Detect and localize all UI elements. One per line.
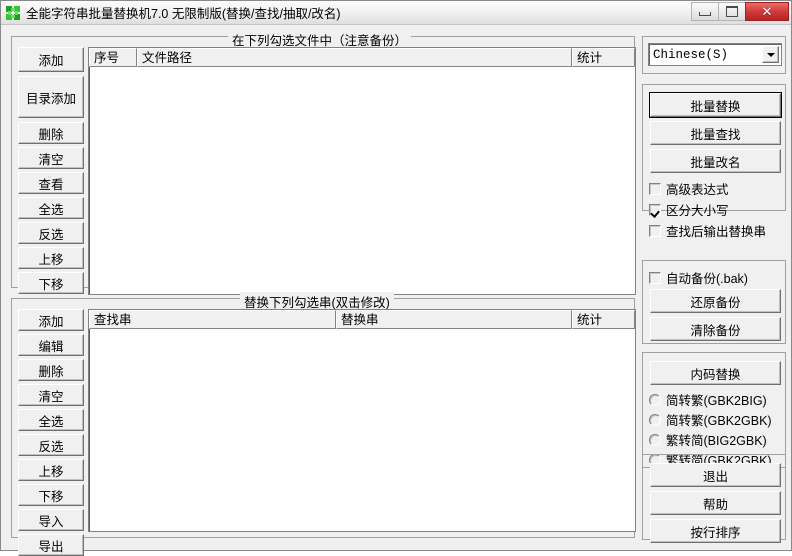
files-add-button[interactable]: 添加 — [18, 47, 84, 72]
checkbox-icon — [649, 224, 661, 237]
radio-big2gbk[interactable]: 繁转简(BIG2GBK) — [649, 430, 767, 449]
output-replace-string-checkbox[interactable]: 查找后输出替换串 — [649, 221, 766, 240]
files-column-index[interactable]: 序号 — [89, 48, 137, 67]
clear-backup-button[interactable]: 清除备份 — [650, 317, 781, 341]
strings-select-all-button[interactable]: 全选 — [18, 409, 84, 431]
case-sensitive-label: 区分大小写 — [666, 204, 729, 218]
batch-replace-button[interactable]: 批量替换 — [649, 92, 782, 118]
strings-edit-button[interactable]: 编辑 — [18, 334, 84, 356]
checkbox-icon — [649, 182, 661, 195]
bottom-actions-group: 退出 帮助 按行排序 — [642, 454, 786, 543]
strings-clear-button[interactable]: 清空 — [18, 384, 84, 406]
strings-listview-body[interactable] — [90, 330, 634, 530]
files-select-all-button[interactable]: 全选 — [18, 197, 84, 219]
strings-listview-header: 查找串 替换串 统计 — [89, 310, 635, 329]
advanced-regex-checkbox[interactable]: 高级表达式 — [649, 179, 729, 198]
files-group: 在下列勾选文件中（注意备份） 添加 目录添加 删除 清空 查看 全选 反选 上移… — [11, 30, 636, 295]
language-combobox-value: Chinese(S) — [653, 47, 729, 62]
encoding-replace-button[interactable]: 内码替换 — [650, 361, 781, 385]
minimize-button[interactable] — [691, 2, 719, 21]
files-listview-header: 序号 文件路径 统计 — [89, 48, 635, 67]
auto-backup-checkbox[interactable]: 自动备份(.bak) — [649, 268, 748, 287]
files-move-down-button[interactable]: 下移 — [18, 272, 84, 294]
strings-column-find[interactable]: 查找串 — [89, 310, 336, 329]
radio-big2gbk-label: 繁转简(BIG2GBK) — [666, 434, 767, 448]
client-area: 在下列勾选文件中（注意备份） 添加 目录添加 删除 清空 查看 全选 反选 上移… — [2, 26, 790, 556]
encoding-group: 内码替换 简转繁(GBK2BIG) 简转繁(GBK2GBK) 繁转简(BIG2G… — [642, 352, 786, 468]
minimize-icon — [699, 11, 711, 16]
strings-invert-button[interactable]: 反选 — [18, 434, 84, 456]
radio-icon — [649, 433, 661, 446]
strings-move-up-button[interactable]: 上移 — [18, 459, 84, 481]
main-window: 全能字符串批量替换机7.0 无限制版(替换/查找/抽取/改名) ✕ 在下列勾选文… — [0, 0, 792, 556]
output-replace-string-label: 查找后输出替换串 — [666, 225, 767, 239]
help-button[interactable]: 帮助 — [650, 491, 781, 515]
strings-listview[interactable]: 查找串 替换串 统计 — [88, 309, 636, 532]
batch-rename-button[interactable]: 批量改名 — [650, 149, 781, 173]
app-puzzle-icon — [5, 5, 21, 21]
close-icon: ✕ — [761, 4, 773, 19]
case-sensitive-checkbox[interactable]: 区分大小写 — [649, 200, 729, 219]
actions-group: 批量替换 批量查找 批量改名 高级表达式 区分大小写 查找后输出替换串 — [642, 84, 786, 239]
window-controls: ✕ — [691, 2, 789, 21]
strings-column-count[interactable]: 统计 — [572, 310, 635, 329]
strings-move-down-button[interactable]: 下移 — [18, 484, 84, 506]
files-invert-button[interactable]: 反选 — [18, 222, 84, 244]
strings-column-replace[interactable]: 替换串 — [336, 310, 572, 329]
strings-add-button[interactable]: 添加 — [18, 309, 84, 331]
language-combobox[interactable]: Chinese(S) — [648, 43, 782, 66]
exit-button[interactable]: 退出 — [650, 463, 781, 487]
radio-icon — [649, 393, 661, 406]
files-listview-body[interactable] — [90, 68, 634, 293]
close-button[interactable]: ✕ — [745, 2, 789, 21]
files-view-button[interactable]: 查看 — [18, 172, 84, 194]
radio-gbk2gbk-simp-to-trad[interactable]: 简转繁(GBK2GBK) — [649, 410, 772, 429]
strings-export-button[interactable]: 导出 — [18, 534, 84, 556]
auto-backup-label: 自动备份(.bak) — [666, 272, 748, 286]
checkbox-checked-icon — [649, 203, 661, 216]
strings-delete-button[interactable]: 删除 — [18, 359, 84, 381]
language-group: Chinese(S) — [642, 36, 786, 74]
strings-group: 替换下列勾选串(双击修改) 添加 编辑 删除 清空 全选 反选 上移 下移 导入… — [11, 292, 636, 556]
files-move-up-button[interactable]: 上移 — [18, 247, 84, 269]
window-title: 全能字符串批量替换机7.0 无限制版(替换/查找/抽取/改名) — [26, 7, 341, 21]
advanced-regex-label: 高级表达式 — [666, 183, 729, 197]
files-listview[interactable]: 序号 文件路径 统计 — [88, 47, 636, 295]
radio-gbk2big[interactable]: 简转繁(GBK2BIG) — [649, 390, 767, 409]
radio-gbk2gbk-simp-to-trad-label: 简转繁(GBK2GBK) — [666, 414, 772, 428]
files-column-path[interactable]: 文件路径 — [137, 48, 572, 67]
files-column-count[interactable]: 统计 — [572, 48, 635, 67]
backup-group: 自动备份(.bak) 还原备份 清除备份 — [642, 260, 786, 344]
restore-backup-button[interactable]: 还原备份 — [650, 289, 781, 313]
sort-lines-button[interactable]: 按行排序 — [650, 519, 781, 543]
checkbox-icon — [649, 271, 661, 284]
chevron-down-icon[interactable] — [762, 46, 779, 63]
files-clear-button[interactable]: 清空 — [18, 147, 84, 169]
strings-import-button[interactable]: 导入 — [18, 509, 84, 531]
maximize-icon — [726, 6, 738, 17]
radio-gbk2big-label: 简转繁(GBK2BIG) — [666, 394, 767, 408]
files-delete-button[interactable]: 删除 — [18, 122, 84, 144]
files-add-folder-button[interactable]: 目录添加 — [18, 76, 84, 118]
batch-find-button[interactable]: 批量查找 — [650, 121, 781, 145]
maximize-button[interactable] — [718, 2, 746, 21]
title-bar: 全能字符串批量替换机7.0 无限制版(替换/查找/抽取/改名) ✕ — [1, 1, 791, 25]
radio-icon — [649, 413, 661, 426]
